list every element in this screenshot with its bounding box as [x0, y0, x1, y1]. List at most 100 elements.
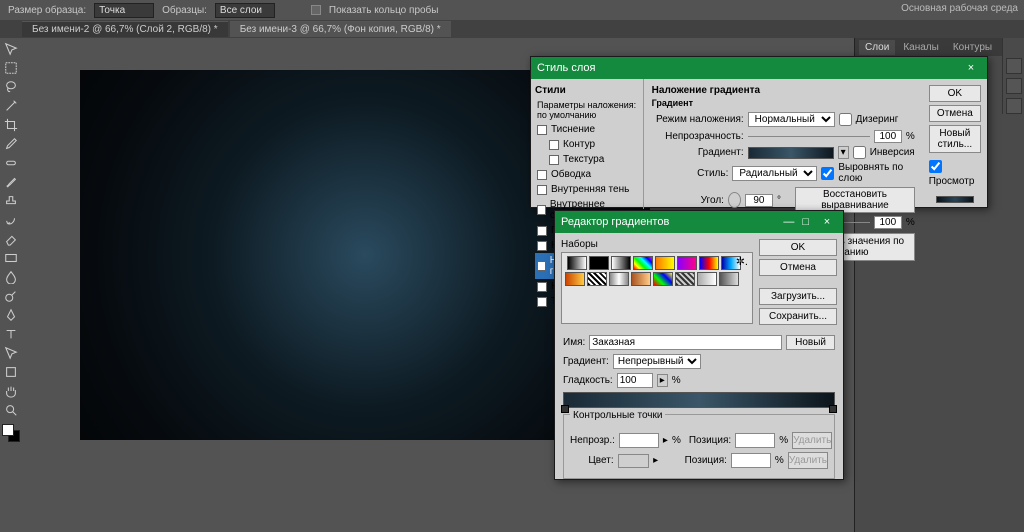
styles-list: Стили Параметры наложения: по умолчанию …: [531, 79, 644, 209]
show-ring-label: Показать кольцо пробы: [329, 5, 439, 16]
angle-input[interactable]: [745, 194, 773, 207]
reverse-checkbox[interactable]: [853, 146, 866, 159]
stops-legend: Контрольные точки: [570, 410, 665, 421]
gradient-editor-dialog: Редактор градиентов —□× Наборы ✲. OK Отм…: [554, 210, 844, 480]
path-tool-icon[interactable]: [1, 344, 21, 362]
ok-button[interactable]: OK: [929, 85, 981, 102]
maximize-icon[interactable]: □: [802, 216, 809, 228]
style-item[interactable]: Тиснение: [535, 122, 639, 137]
angle-wheel[interactable]: [728, 192, 741, 208]
style-item[interactable]: Текстура: [535, 152, 639, 167]
gradient-bar[interactable]: [563, 392, 835, 408]
document-tab[interactable]: Без имени-2 @ 66,7% (Слой 2, RGB/8) *: [22, 21, 228, 37]
close-icon[interactable]: ×: [817, 216, 837, 228]
eraser-tool-icon[interactable]: [1, 230, 21, 248]
samples-label: Образцы:: [162, 5, 207, 16]
dialog-title: Редактор градиентов: [561, 216, 669, 228]
cancel-button[interactable]: Отмена: [759, 259, 837, 276]
type-tool-icon[interactable]: [1, 325, 21, 343]
minimize-icon[interactable]: —: [783, 216, 794, 228]
smoothness-input[interactable]: [617, 373, 653, 388]
style-item[interactable]: Обводка: [535, 167, 639, 182]
blending-options-row[interactable]: Параметры наложения: по умолчанию: [535, 98, 639, 122]
crop-tool-icon[interactable]: [1, 116, 21, 134]
gradient-preset[interactable]: [677, 256, 697, 270]
tab-channels[interactable]: Каналы: [897, 40, 945, 55]
dialog-titlebar[interactable]: Редактор градиентов — □ ×: [555, 211, 843, 233]
shape-tool-icon[interactable]: [1, 363, 21, 381]
color-stop[interactable]: [561, 405, 569, 413]
scale-input[interactable]: [874, 216, 902, 229]
color-swatches[interactable]: [2, 424, 20, 442]
dither-checkbox[interactable]: [839, 113, 852, 126]
gradient-style-select[interactable]: Радиальный: [732, 166, 817, 181]
wand-tool-icon[interactable]: [1, 97, 21, 115]
close-icon[interactable]: ×: [961, 62, 981, 74]
dodge-tool-icon[interactable]: [1, 287, 21, 305]
gradient-dropdown[interactable]: ▾: [838, 146, 849, 159]
stamp-tool-icon[interactable]: [1, 192, 21, 210]
gradient-preset[interactable]: [567, 256, 587, 270]
align-checkbox[interactable]: [821, 167, 834, 180]
cancel-button[interactable]: Отмена: [929, 105, 981, 122]
style-item[interactable]: Контур: [535, 137, 639, 152]
samples-select[interactable]: Все слои: [215, 3, 275, 18]
sample-size-select[interactable]: Точка: [94, 3, 154, 18]
gradient-name-input[interactable]: [589, 335, 782, 350]
gradient-preset[interactable]: [565, 272, 585, 286]
gradient-preset[interactable]: [719, 272, 739, 286]
gradient-preset[interactable]: [675, 272, 695, 286]
gradient-type-select[interactable]: Непрерывный: [613, 354, 701, 369]
opacity-input[interactable]: [874, 130, 902, 143]
move-tool-icon[interactable]: [1, 40, 21, 58]
save-button[interactable]: Сохранить...: [759, 308, 837, 325]
load-button[interactable]: Загрузить...: [759, 288, 837, 305]
tools-panel: [0, 38, 22, 532]
lasso-tool-icon[interactable]: [1, 78, 21, 96]
zoom-tool-icon[interactable]: [1, 401, 21, 419]
brush-tool-icon[interactable]: [1, 173, 21, 191]
marquee-tool-icon[interactable]: [1, 59, 21, 77]
gradient-preset[interactable]: [611, 256, 631, 270]
delete-stop-button: Удалить: [788, 452, 828, 469]
gradient-preset[interactable]: [655, 256, 675, 270]
dialog-title: Стиль слоя: [537, 62, 595, 74]
panel-icon[interactable]: [1006, 58, 1022, 74]
workspace-label[interactable]: Основная рабочая среда: [901, 3, 1018, 14]
tab-layers[interactable]: Слои: [859, 40, 895, 55]
gradient-preset[interactable]: [697, 272, 717, 286]
section-title: Наложение градиента: [652, 85, 915, 96]
healing-tool-icon[interactable]: [1, 154, 21, 172]
new-gradient-button[interactable]: Новый: [786, 335, 835, 350]
gradient-preset[interactable]: [589, 256, 609, 270]
gradient-preset[interactable]: [699, 256, 719, 270]
gear-icon[interactable]: ✲.: [736, 255, 748, 268]
tab-paths[interactable]: Контуры: [947, 40, 998, 55]
blend-mode-select[interactable]: Нормальный: [748, 112, 835, 127]
blur-tool-icon[interactable]: [1, 268, 21, 286]
preset-grid: ✲.: [561, 252, 753, 324]
color-stop[interactable]: [829, 405, 837, 413]
panel-icon[interactable]: [1006, 78, 1022, 94]
dialog-titlebar[interactable]: Стиль слоя ×: [531, 57, 987, 79]
gradient-tool-icon[interactable]: [1, 249, 21, 267]
document-tab[interactable]: Без имени-3 @ 66,7% (Фон копия, RGB/8) *: [230, 21, 451, 37]
gradient-preset[interactable]: [609, 272, 629, 286]
eyedropper-tool-icon[interactable]: [1, 135, 21, 153]
ok-button[interactable]: OK: [759, 239, 837, 256]
style-item[interactable]: Внутренняя тень: [535, 182, 639, 197]
gradient-preset[interactable]: [587, 272, 607, 286]
preview-checkbox[interactable]: [929, 160, 942, 173]
gradient-preset[interactable]: [653, 272, 673, 286]
gradient-preset[interactable]: [631, 272, 651, 286]
hand-tool-icon[interactable]: [1, 382, 21, 400]
new-style-button[interactable]: Новый стиль...: [929, 125, 981, 153]
pen-tool-icon[interactable]: [1, 306, 21, 324]
gradient-picker[interactable]: [748, 147, 834, 159]
show-ring-checkbox[interactable]: [311, 5, 321, 15]
panel-icon[interactable]: [1006, 98, 1022, 114]
stop-position-input: [731, 453, 771, 468]
gradient-preset[interactable]: [633, 256, 653, 270]
history-brush-icon[interactable]: [1, 211, 21, 229]
styles-header: Стили: [535, 83, 639, 98]
